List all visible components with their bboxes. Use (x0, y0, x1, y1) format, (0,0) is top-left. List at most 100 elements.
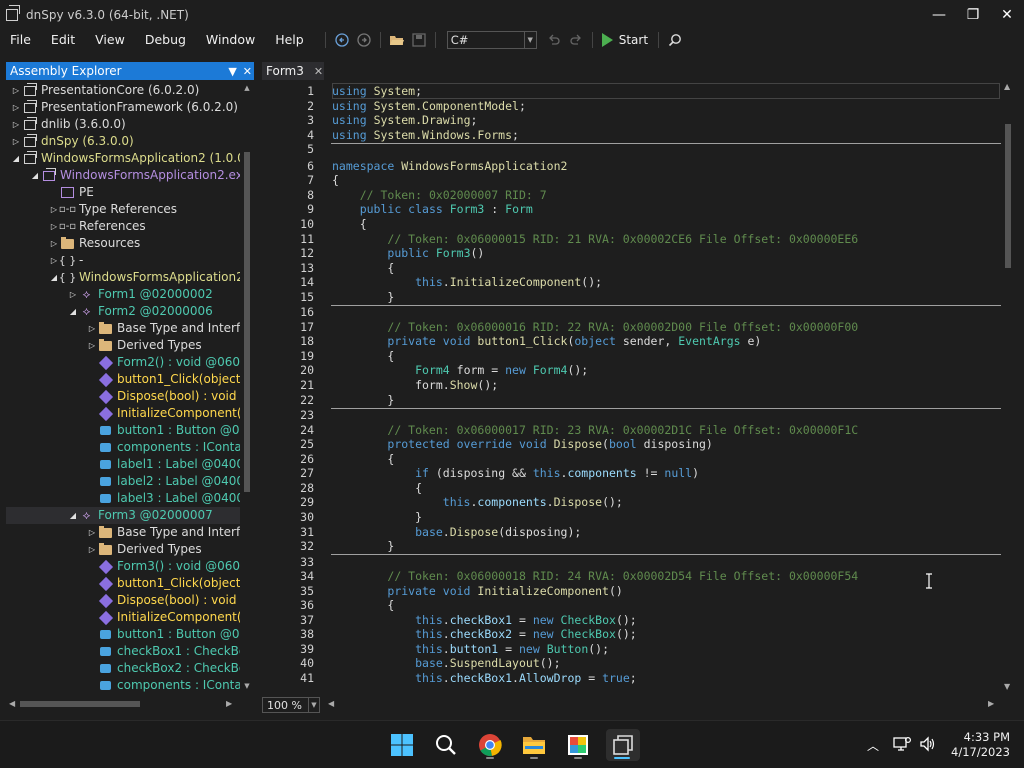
tree-node[interactable]: InitializeComponent() (6, 405, 240, 422)
expand-arrow-icon[interactable]: ▷ (10, 116, 22, 133)
save-icon[interactable] (409, 30, 429, 50)
scroll-right-icon[interactable]: ▶ (988, 699, 994, 708)
tree-node[interactable]: InitializeComponent() (6, 609, 240, 626)
code-line[interactable]: base.SuspendLayout(); (332, 656, 560, 670)
panel-close-icon[interactable]: ✕ (243, 65, 252, 78)
tree-node[interactable]: ▷{ } - (6, 252, 240, 269)
code-line[interactable]: // Token: 0x06000018 RID: 24 RVA: 0x0000… (332, 569, 858, 583)
menu-help[interactable]: Help (265, 28, 314, 52)
editor-vertical-scrollbar[interactable]: ▲ ▼ (1002, 82, 1014, 694)
code-line[interactable]: { (332, 173, 339, 187)
tree-node[interactable]: button1_Click(object, (6, 371, 240, 388)
tree-node[interactable]: ▷ PresentationCore (6.0.2.0) (6, 82, 240, 99)
code-line[interactable]: form.Show(); (332, 378, 498, 392)
collapse-arrow-icon[interactable]: ◢ (29, 167, 41, 184)
menu-edit[interactable]: Edit (41, 28, 85, 52)
tree-node[interactable]: ▷ ▫-▫ Type References (6, 201, 240, 218)
menu-debug[interactable]: Debug (135, 28, 196, 52)
code-line[interactable]: using System.Drawing; (332, 113, 477, 127)
tree-node[interactable]: label2 : Label @040000 (6, 473, 240, 490)
tree-node[interactable]: ▷ ▫-▫ References (6, 218, 240, 235)
tree-node[interactable]: Form2() : void @0600000 (6, 354, 240, 371)
tree-vertical-scrollbar[interactable]: ▲ ▼ (242, 82, 252, 694)
chrome-icon[interactable] (474, 729, 506, 761)
tree-node[interactable]: ◢ WindowsFormsApplication2.exe (6, 167, 240, 184)
code-line[interactable]: } (332, 539, 394, 553)
code-line[interactable]: // Token: 0x06000016 RID: 22 RVA: 0x0000… (332, 320, 858, 334)
code-line[interactable]: { (332, 598, 394, 612)
code-editor[interactable]: 1 2 3 4 5 6 7 8 9 10 11 12 13 14 15 16 17 18 19 20 21 22 23 24 2… (262, 82, 1014, 694)
code-line[interactable]: namespace WindowsFormsApplication2 (332, 159, 567, 173)
code-line[interactable]: public Form3() (332, 246, 484, 260)
code-line[interactable]: { (332, 217, 367, 231)
maximize-button[interactable]: ❐ (956, 0, 990, 30)
tree-node[interactable]: ◢{ } WindowsFormsApplication2 (6, 269, 240, 286)
nav-back-icon[interactable] (332, 30, 352, 50)
close-button[interactable]: ✕ (990, 0, 1024, 30)
minimize-button[interactable]: — (922, 0, 956, 30)
panel-menu-icon[interactable]: ▼ (228, 65, 236, 78)
collapse-arrow-icon[interactable]: ◢ (10, 150, 22, 167)
code-line[interactable]: // Token: 0x02000007 RID: 7 (332, 188, 547, 202)
collapse-arrow-icon[interactable]: ◢ (67, 303, 79, 320)
taskbar-clock[interactable]: 4:33 PM 4/17/2023 (951, 730, 1010, 760)
code-line[interactable]: { (332, 261, 394, 275)
scroll-up-icon[interactable]: ▲ (242, 84, 252, 94)
tree-node[interactable]: button1 : Button @040 (6, 422, 240, 439)
start-button[interactable]: Start (601, 33, 648, 47)
taskbar-search-icon[interactable] (430, 729, 462, 761)
search-icon[interactable] (665, 30, 685, 50)
tree-node[interactable]: ◢ ⟡ Form2 @02000006 (6, 303, 240, 320)
expand-arrow-icon[interactable]: ▷ (67, 286, 79, 303)
undo-icon[interactable] (544, 30, 564, 50)
volume-icon[interactable] (919, 735, 937, 755)
tree-node[interactable]: ◢ ⟡ Form3 @02000007 (6, 507, 240, 524)
expand-arrow-icon[interactable]: ▷ (86, 524, 98, 541)
tree-node[interactable]: ▷ Derived Types (6, 541, 240, 558)
code-line[interactable]: { (332, 349, 394, 363)
tree-node[interactable]: ▷ PresentationFramework (6.0.2.0) (6, 99, 240, 116)
scroll-left-icon[interactable]: ◀ (328, 699, 334, 708)
tree-node[interactable]: Dispose(bool) : void @ (6, 388, 240, 405)
tree-node[interactable]: checkBox2 : CheckBox (6, 660, 240, 677)
tree-node[interactable]: components : IContai (6, 439, 240, 456)
code-line[interactable]: Form4 form = new Form4(); (332, 363, 588, 377)
nav-forward-icon[interactable] (354, 30, 374, 50)
menu-file[interactable]: File (0, 28, 41, 52)
scroll-left-icon[interactable]: ◀ (9, 699, 15, 708)
tab-form3[interactable]: Form3 ✕ (262, 62, 324, 80)
code-line[interactable]: } (332, 393, 394, 407)
scroll-down-icon[interactable]: ▼ (1004, 682, 1010, 691)
code-line[interactable]: this.checkBox1 = new CheckBox(); (332, 613, 637, 627)
code-line[interactable]: // Token: 0x06000017 RID: 23 RVA: 0x0000… (332, 423, 858, 437)
scrollbar-thumb[interactable] (20, 701, 140, 707)
code-line[interactable]: // Token: 0x06000015 RID: 21 RVA: 0x0000… (332, 232, 858, 246)
code-line[interactable]: this.components.Dispose(); (332, 495, 623, 509)
language-select[interactable]: C# ▼ (446, 31, 537, 49)
zoom-select[interactable]: 100 % ▼ (262, 697, 320, 713)
code-line[interactable]: } (332, 510, 422, 524)
code-line[interactable]: using System.ComponentModel; (332, 99, 526, 113)
expand-arrow-icon[interactable]: ▷ (10, 133, 22, 150)
code-line[interactable]: using System; (332, 84, 422, 98)
scroll-down-icon[interactable]: ▼ (242, 682, 252, 692)
menu-window[interactable]: Window (196, 28, 265, 52)
tree-node[interactable]: ▷ Resources (6, 235, 240, 252)
collapse-arrow-icon[interactable]: ◢ (67, 507, 79, 524)
scrollbar-thumb[interactable] (1005, 124, 1011, 268)
tree-node[interactable]: PE (6, 184, 240, 201)
code-line[interactable]: this.checkBox1.AllowDrop = true; (332, 671, 637, 685)
tree-node[interactable]: button1_Click(object, (6, 575, 240, 592)
tree-node[interactable]: label1 : Label @040000 (6, 456, 240, 473)
paint-app-icon[interactable] (562, 729, 594, 761)
scrollbar-thumb[interactable] (244, 152, 250, 492)
code-line[interactable]: base.Dispose(disposing); (332, 525, 581, 539)
menu-view[interactable]: View (85, 28, 135, 52)
code-line[interactable]: } (332, 290, 394, 304)
scroll-up-icon[interactable]: ▲ (1004, 82, 1010, 91)
code-line[interactable]: if (disposing && this.components != null… (332, 466, 699, 480)
tree-node[interactable]: ▷ Derived Types (6, 337, 240, 354)
assembly-tree[interactable]: ▷ PresentationCore (6.0.2.0) ▷ Presentation… (6, 82, 240, 694)
tab-close-icon[interactable]: ✕ (314, 65, 323, 78)
code-line[interactable]: this.checkBox2 = new CheckBox(); (332, 627, 637, 641)
